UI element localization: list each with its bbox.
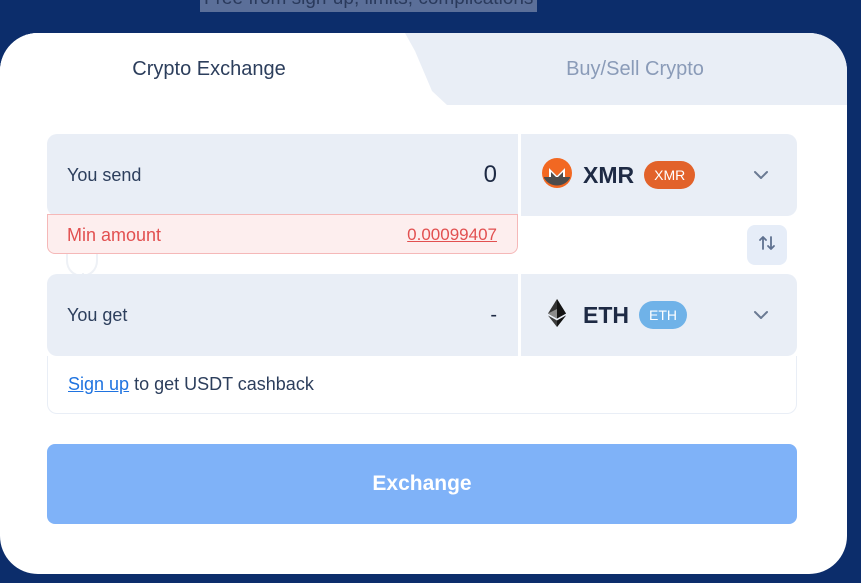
get-amount: - [490, 304, 497, 326]
send-coin-ticker: XMR [583, 161, 635, 188]
min-amount-value-link[interactable]: 0.00099407 [407, 215, 497, 255]
tagline: Free from sign-up, limits, complications [200, 0, 538, 12]
get-label: You get [67, 305, 128, 325]
swap-button[interactable] [747, 225, 787, 265]
get-coin-ticker: ETH [583, 301, 629, 328]
tab-buy-sell-crypto[interactable]: Buy/Sell Crypto [430, 33, 840, 105]
divider [518, 274, 521, 356]
exchange-button[interactable]: Exchange [47, 444, 797, 524]
min-amount-label: Min amount [67, 225, 162, 245]
chevron-down-icon[interactable] [751, 305, 771, 325]
send-coin-selector[interactable]: XMR XMR [541, 134, 696, 216]
divider [518, 134, 521, 216]
monero-icon [541, 157, 573, 194]
get-coin-selector[interactable]: ETH ETH [541, 274, 687, 356]
chevron-down-icon[interactable] [751, 165, 771, 185]
swap-arrows-icon [757, 233, 777, 258]
send-amount-input[interactable]: 0 [484, 134, 497, 216]
tab-crypto-exchange[interactable]: Crypto Exchange [0, 33, 418, 105]
get-coin-badge: ETH [639, 301, 687, 329]
cashback-text: to get USDT cashback [129, 374, 314, 394]
ethereum-icon [541, 297, 573, 334]
send-coin-badge: XMR [644, 161, 696, 189]
send-panel: You send 0 XMR XMR [47, 134, 797, 216]
send-label: You send [67, 165, 142, 185]
exchange-widget: Crypto Exchange Buy/Sell Crypto You send… [0, 33, 847, 574]
cashback-note: Sign up to get USDT cashback [47, 356, 797, 414]
min-amount-warning: Min amount 0.00099407 [47, 214, 518, 254]
get-panel: You get - ETH ETH [47, 274, 797, 356]
sign-up-link[interactable]: Sign up [68, 374, 129, 394]
tab-bar: Crypto Exchange Buy/Sell Crypto [0, 33, 847, 105]
